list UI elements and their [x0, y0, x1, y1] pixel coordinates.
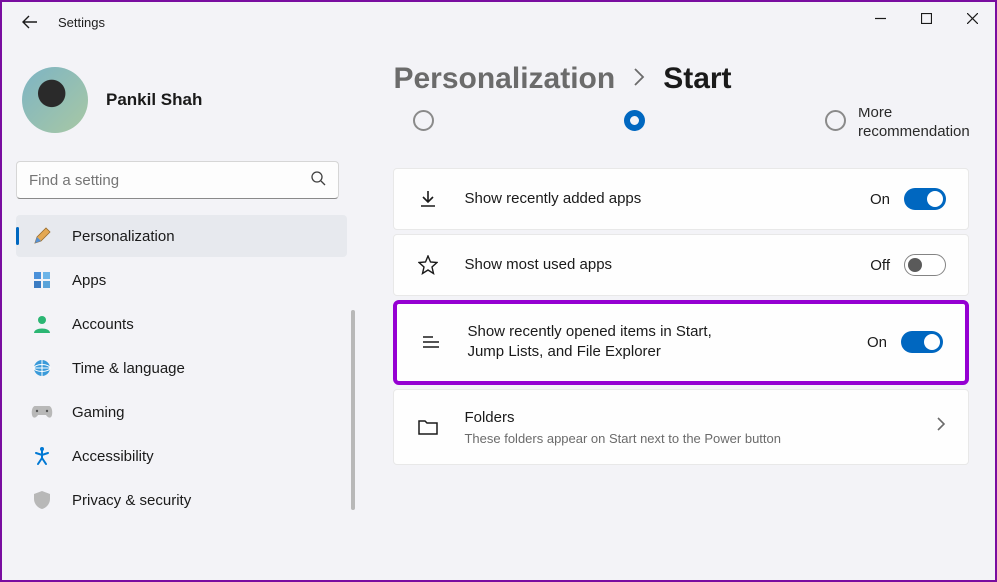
back-button[interactable] [22, 14, 38, 30]
minimize-button[interactable] [857, 2, 903, 34]
search-field[interactable] [29, 172, 310, 189]
sidebar-item-label: Accessibility [72, 448, 154, 465]
sidebar-item-accounts[interactable]: Accounts [16, 303, 347, 345]
radio-default[interactable]: Default [624, 108, 705, 131]
sidebar-item-accessibility[interactable]: Accessibility [16, 435, 347, 477]
toggle-state-label: On [870, 191, 890, 208]
person-icon [30, 312, 54, 336]
setting-title: Show recently opened items in Start, Jum… [467, 322, 727, 363]
setting-subtitle: These folders appear on Start next to th… [464, 431, 912, 446]
layout-radio-group: Default More recommendations [393, 108, 969, 168]
radio-more-recs[interactable]: More recommendations [825, 108, 955, 142]
breadcrumb-parent[interactable]: Personalization [393, 62, 615, 96]
download-icon [416, 187, 440, 211]
setting-title: Show recently added apps [464, 189, 846, 209]
toggle-switch[interactable] [904, 254, 946, 276]
setting-folders[interactable]: Folders These folders appear on Start ne… [393, 389, 969, 465]
sidebar-item-privacy[interactable]: Privacy & security [16, 479, 347, 521]
sidebar-item-apps[interactable]: Apps [16, 259, 347, 301]
sidebar-item-label: Privacy & security [72, 492, 191, 509]
radio-icon [413, 110, 434, 131]
radio-icon-checked [624, 110, 645, 131]
brush-icon [30, 224, 54, 248]
toggle-switch[interactable] [901, 331, 943, 353]
sidebar-item-label: Gaming [72, 404, 125, 421]
setting-title: Show most used apps [464, 255, 846, 275]
accessibility-icon [30, 444, 54, 468]
user-name: Pankil Shah [106, 90, 202, 110]
chevron-right-icon [633, 67, 645, 92]
avatar [22, 67, 88, 133]
search-icon [310, 170, 326, 191]
folder-icon [416, 415, 440, 439]
star-icon [416, 253, 440, 277]
app-title: Settings [58, 15, 105, 30]
sidebar-item-time-language[interactable]: Time & language [16, 347, 347, 389]
sidebar-scrollbar[interactable] [351, 310, 355, 510]
breadcrumb-current: Start [663, 62, 731, 96]
apps-icon [30, 268, 54, 292]
radio-label: More recommendations [858, 108, 969, 142]
radio-more-pins[interactable] [413, 108, 434, 131]
gamepad-icon [30, 400, 54, 424]
sidebar-item-label: Personalization [72, 228, 175, 245]
toggle-state-label: On [867, 334, 887, 351]
setting-most-used: Show most used apps Off [393, 234, 969, 296]
chevron-right-icon [936, 416, 946, 437]
sidebar-item-label: Apps [72, 272, 106, 289]
close-button[interactable] [949, 2, 995, 34]
radio-icon [825, 110, 846, 131]
setting-recently-added: Show recently added apps On [393, 168, 969, 230]
sidebar-item-gaming[interactable]: Gaming [16, 391, 347, 433]
setting-title: Folders [464, 408, 912, 428]
maximize-button[interactable] [903, 2, 949, 34]
list-icon [419, 330, 443, 354]
globe-clock-icon [30, 356, 54, 380]
shield-icon [30, 488, 54, 512]
breadcrumb: Personalization Start [393, 42, 969, 114]
sidebar-item-label: Accounts [72, 316, 134, 333]
sidebar-item-personalization[interactable]: Personalization [16, 215, 347, 257]
sidebar-item-label: Time & language [72, 360, 185, 377]
profile-section[interactable]: Pankil Shah [16, 42, 353, 153]
toggle-switch[interactable] [904, 188, 946, 210]
toggle-state-label: Off [870, 257, 890, 274]
search-input[interactable] [16, 161, 339, 199]
setting-recent-items: Show recently opened items in Start, Jum… [393, 300, 969, 385]
